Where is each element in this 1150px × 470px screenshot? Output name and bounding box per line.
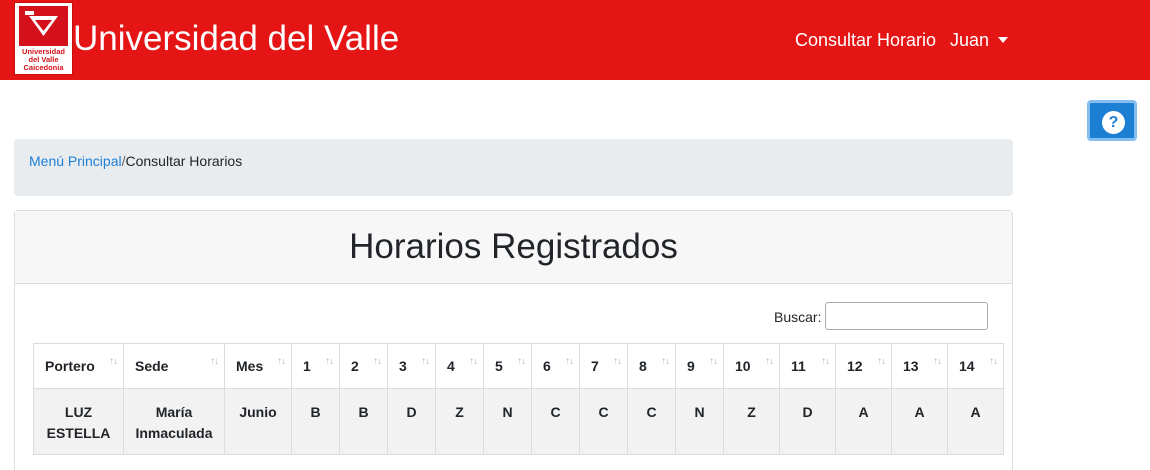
column-header-label: 9 xyxy=(687,358,695,374)
column-header-label: 13 xyxy=(903,358,919,374)
cell-day-2: B xyxy=(339,388,388,455)
univalle-logo-icon[interactable]: Universidad del Valle Caicedonia xyxy=(14,2,73,75)
sort-arrows-icon: ↑↓ xyxy=(325,356,334,367)
sort-arrows-icon: ↑↓ xyxy=(210,356,219,367)
search-label: Buscar: xyxy=(774,309,822,325)
schedule-table: Portero ↑↓ Sede ↑↓ Mes ↑↓ 1 ↑↓ 2 ↑↓ 3 ↑↓ 4 ↑↓ 5… xyxy=(33,343,1004,455)
column-header-label: 5 xyxy=(495,358,503,374)
sort-arrows-icon: ↑↓ xyxy=(709,356,718,367)
column-header-label: Portero xyxy=(45,358,95,374)
column-header-day-2[interactable]: 2 ↑↓ xyxy=(339,343,388,389)
cell-day-1: B xyxy=(291,388,340,455)
sort-arrows-icon: ↑↓ xyxy=(933,356,942,367)
cell-portero: LUZ ESTELLA xyxy=(33,388,124,455)
sort-arrows-icon: ↑↓ xyxy=(109,356,118,367)
column-header-day-7[interactable]: 7 ↑↓ xyxy=(579,343,628,389)
question-circle-icon: ? xyxy=(1102,111,1125,134)
sort-arrows-icon: ↑↓ xyxy=(277,356,286,367)
help-button[interactable]: ? xyxy=(1087,100,1137,141)
sort-arrows-icon: ↑↓ xyxy=(765,356,774,367)
breadcrumb-current: Consultar Horarios xyxy=(125,153,243,169)
page-title: Horarios Registrados xyxy=(349,227,678,266)
cell-day-8: C xyxy=(627,388,676,455)
cell-day-13: A xyxy=(891,388,948,455)
sort-arrows-icon: ↑↓ xyxy=(613,356,622,367)
sort-arrows-icon: ↑↓ xyxy=(661,356,670,367)
column-header-label: 4 xyxy=(447,358,455,374)
cell-day-7: C xyxy=(579,388,628,455)
column-header-label: 2 xyxy=(351,358,359,374)
sort-arrows-icon: ↑↓ xyxy=(821,356,830,367)
user-name: Juan xyxy=(950,30,990,50)
column-header-sede[interactable]: Sede ↑↓ xyxy=(123,343,225,389)
column-header-day-12[interactable]: 12 ↑↓ xyxy=(835,343,892,389)
user-menu-dropdown[interactable]: Juan xyxy=(950,29,1009,51)
column-header-day-8[interactable]: 8 ↑↓ xyxy=(627,343,676,389)
column-header-label: Sede xyxy=(135,358,169,374)
table-header-row: Portero ↑↓ Sede ↑↓ Mes ↑↓ 1 ↑↓ 2 ↑↓ 3 ↑↓ 4 ↑↓ 5… xyxy=(33,343,1004,389)
brand-title[interactable]: Universidad del Valle xyxy=(73,18,399,60)
cell-day-3: D xyxy=(387,388,436,455)
sort-arrows-icon: ↑↓ xyxy=(877,356,886,367)
column-header-day-1[interactable]: 1 ↑↓ xyxy=(291,343,340,389)
column-header-label: Mes xyxy=(236,358,264,374)
column-header-mes[interactable]: Mes ↑↓ xyxy=(224,343,292,389)
cell-day-6: C xyxy=(531,388,580,455)
cell-day-5: N xyxy=(483,388,532,455)
cell-sede: María Inmaculada xyxy=(123,388,225,455)
sort-arrows-icon: ↑↓ xyxy=(565,356,574,367)
column-header-day-6[interactable]: 6 ↑↓ xyxy=(531,343,580,389)
column-header-day-9[interactable]: 9 ↑↓ xyxy=(675,343,724,389)
table-row: LUZ ESTELLA María Inmaculada Junio B B D… xyxy=(33,388,1004,455)
search-input[interactable] xyxy=(825,302,988,330)
logo-text-line3: Caicedonia xyxy=(23,63,64,72)
card-header: Horarios Registrados xyxy=(15,211,1012,284)
top-navbar: Universidad del Valle Caicedonia Univers… xyxy=(0,0,1150,80)
sort-arrows-icon: ↑↓ xyxy=(517,356,526,367)
caret-down-icon xyxy=(998,37,1009,43)
schedule-card: Horarios Registrados Buscar: Portero ↑↓ S… xyxy=(14,210,1013,470)
column-header-label: 12 xyxy=(847,358,863,374)
column-header-portero[interactable]: Portero ↑↓ xyxy=(33,343,124,389)
sort-arrows-icon: ↑↓ xyxy=(373,356,382,367)
column-header-label: 3 xyxy=(399,358,407,374)
column-header-day-5[interactable]: 5 ↑↓ xyxy=(483,343,532,389)
cell-day-14: A xyxy=(947,388,1004,455)
column-header-day-4[interactable]: 4 ↑↓ xyxy=(435,343,484,389)
column-header-label: 11 xyxy=(791,358,806,374)
cell-day-11: D xyxy=(779,388,836,455)
cell-day-9: N xyxy=(675,388,724,455)
column-header-day-14[interactable]: 14 ↑↓ xyxy=(947,343,1004,389)
breadcrumb: Menú Principal/Consultar Horarios xyxy=(14,139,1013,196)
column-header-label: 14 xyxy=(959,358,975,374)
column-header-label: 10 xyxy=(735,358,751,374)
column-header-day-10[interactable]: 10 ↑↓ xyxy=(723,343,780,389)
cell-day-4: Z xyxy=(435,388,484,455)
sort-arrows-icon: ↑↓ xyxy=(989,356,998,367)
column-header-label: 6 xyxy=(543,358,551,374)
cell-mes: Junio xyxy=(224,388,292,455)
logo-emblem xyxy=(19,6,68,46)
column-header-label: 8 xyxy=(639,358,647,374)
nav-consultar-horario[interactable]: Consultar Horario xyxy=(795,29,936,51)
column-header-day-11[interactable]: 11 ↑↓ xyxy=(779,343,836,389)
cell-day-10: Z xyxy=(723,388,780,455)
sort-arrows-icon: ↑↓ xyxy=(421,356,430,367)
column-header-day-13[interactable]: 13 ↑↓ xyxy=(891,343,948,389)
column-header-label: 1 xyxy=(303,358,311,374)
column-header-day-3[interactable]: 3 ↑↓ xyxy=(387,343,436,389)
breadcrumb-home-link[interactable]: Menú Principal xyxy=(29,153,122,169)
column-header-label: 7 xyxy=(591,358,599,374)
cell-day-12: A xyxy=(835,388,892,455)
sort-arrows-icon: ↑↓ xyxy=(469,356,478,367)
